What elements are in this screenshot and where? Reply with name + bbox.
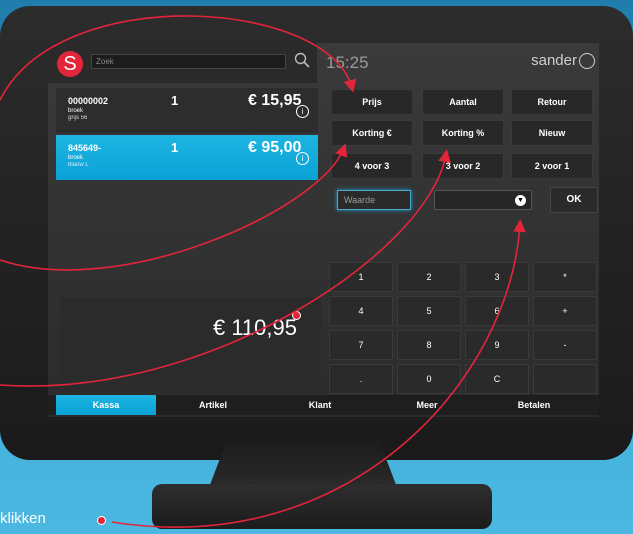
keypad-key[interactable]: * xyxy=(533,262,597,292)
user-name[interactable]: sander xyxy=(531,52,577,69)
item-code: 00000002 xyxy=(68,96,109,106)
return-button[interactable]: Retour xyxy=(511,89,593,115)
keypad-key[interactable]: 3 xyxy=(465,262,529,292)
keypad-key[interactable]: 2 xyxy=(397,262,461,292)
search-input[interactable]: Zoek xyxy=(91,54,286,69)
item-qty: 1 xyxy=(171,93,179,108)
search-icon[interactable] xyxy=(294,52,310,68)
value-input[interactable]: Waarde xyxy=(337,190,411,210)
keypad-key[interactable]: 5 xyxy=(397,296,461,326)
pos-screen: S Zoek 00000002 broek grijs 56 1 € 15,95… xyxy=(48,43,599,417)
promo-2-for-1-button[interactable]: 2 voor 1 xyxy=(511,153,593,179)
keypad-key[interactable]: C xyxy=(465,364,529,394)
caption-dot-icon xyxy=(97,516,106,525)
keypad-key[interactable]: 1 xyxy=(329,262,393,292)
promo-3-for-2-button[interactable]: 3 voor 2 xyxy=(422,153,504,179)
item-variant: grijs 56 xyxy=(68,115,88,121)
keypad-key[interactable]: 4 xyxy=(329,296,393,326)
keypad-key[interactable]: 6 xyxy=(465,296,529,326)
hotspot-dot-icon xyxy=(292,311,301,320)
bottom-tabbar: Kassa Artikel Klant Meer Betalen xyxy=(48,395,599,415)
instruction-caption: klikken xyxy=(0,510,46,527)
item-price: € 95,00 xyxy=(248,139,302,156)
price-button[interactable]: Prijs xyxy=(331,89,413,115)
info-icon[interactable]: i xyxy=(296,152,309,165)
tab-meer[interactable]: Meer xyxy=(377,395,477,415)
tab-betalen[interactable]: Betalen xyxy=(484,395,584,415)
keypad-key[interactable]: 7 xyxy=(329,330,393,360)
item-price: € 15,95 xyxy=(248,92,302,109)
info-icon[interactable]: i xyxy=(296,105,309,118)
keypad-key[interactable] xyxy=(533,364,597,394)
promo-4-for-3-button[interactable]: 4 voor 3 xyxy=(331,153,413,179)
item-variant: blauw L xyxy=(68,162,89,168)
new-button[interactable]: Nieuw xyxy=(511,120,593,146)
discount-euro-button[interactable]: Korting € xyxy=(331,120,413,146)
brand-logo[interactable]: S xyxy=(57,51,83,77)
quantity-button[interactable]: Aantal xyxy=(422,89,504,115)
keypad-key[interactable]: . xyxy=(329,364,393,394)
user-icon[interactable] xyxy=(579,53,595,69)
monitor-stand-base xyxy=(152,484,492,529)
item-name: broek xyxy=(68,108,84,114)
total-panel: € 110,95 xyxy=(60,297,321,380)
left-topbar: S Zoek xyxy=(48,43,317,83)
discount-percent-button[interactable]: Korting % xyxy=(422,120,504,146)
total-amount: € 110,95 xyxy=(212,315,297,340)
tab-klant[interactable]: Klant xyxy=(270,395,370,415)
keypad-key[interactable]: 0 xyxy=(397,364,461,394)
chevron-down-icon: ▼ xyxy=(515,195,526,206)
tab-kassa[interactable]: Kassa xyxy=(56,395,156,415)
item-qty: 1 xyxy=(171,140,179,155)
item-name: broek xyxy=(68,155,84,161)
ok-button[interactable]: OK xyxy=(550,187,598,213)
tab-artikel[interactable]: Artikel xyxy=(163,395,263,415)
monitor-stand-neck xyxy=(208,440,398,490)
keypad-key[interactable]: - xyxy=(533,330,597,360)
clock: 15:25 xyxy=(326,53,369,72)
keypad-key[interactable]: + xyxy=(533,296,597,326)
line-item-selected[interactable]: 845649- broek blauw L 1 € 95,00 i xyxy=(56,135,318,180)
value-select[interactable]: ▼ xyxy=(434,190,532,210)
line-item[interactable]: 00000002 broek grijs 56 1 € 15,95 i xyxy=(56,88,318,133)
keypad-key[interactable]: 9 xyxy=(465,330,529,360)
item-code: 845649- xyxy=(68,143,102,153)
keypad-key[interactable]: 8 xyxy=(397,330,461,360)
